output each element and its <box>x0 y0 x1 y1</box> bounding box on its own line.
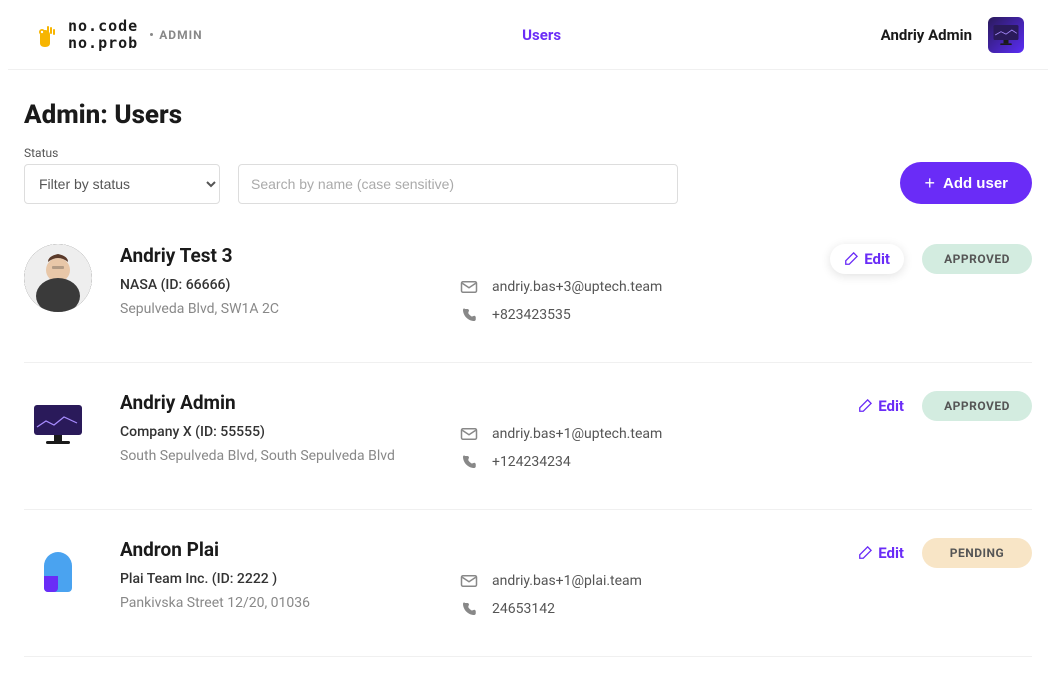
edit-label: Edit <box>878 397 904 415</box>
user-company: Plai Team Inc. (ID: 2222 ) <box>120 571 460 587</box>
main-content: Admin: Users Status Filter by status + A… <box>0 70 1056 657</box>
header-right: Andriy Admin <box>881 17 1024 53</box>
user-card: Andriy Test 3 NASA (ID: 66666) Sepulveda… <box>24 234 1032 363</box>
nav-users[interactable]: Users <box>522 26 561 44</box>
user-name: Andriy Test 3 <box>120 244 460 267</box>
edit-label: Edit <box>864 250 890 268</box>
status-filter-group: Status Filter by status <box>24 146 220 204</box>
edit-button[interactable]: Edit <box>858 544 904 562</box>
plus-icon: + <box>924 173 935 194</box>
user-phone: 24653142 <box>492 601 555 617</box>
status-badge: APPROVED <box>922 391 1032 421</box>
logo-line2: no.prob <box>68 35 138 52</box>
pencil-icon <box>844 252 858 266</box>
status-badge: PENDING <box>922 538 1032 568</box>
user-email: andriy.bas+1@uptech.team <box>492 426 662 442</box>
user-phone-row: 24653142 <box>460 600 1032 618</box>
user-avatar <box>24 244 92 312</box>
current-user-avatar[interactable] <box>988 17 1024 53</box>
user-card: Andriy Admin Company X (ID: 55555) South… <box>24 363 1032 510</box>
user-phone: +124234234 <box>492 454 571 470</box>
user-actions: Edit PENDING <box>858 538 1032 568</box>
logo[interactable]: no.code no.prob <box>32 18 138 51</box>
filter-bar: Status Filter by status + Add user <box>24 146 1032 204</box>
logo-text: no.code no.prob <box>68 18 138 51</box>
user-address: South Sepulveda Blvd, South Sepulveda Bl… <box>120 448 460 464</box>
phone-icon <box>460 453 478 471</box>
user-name: Andron Plai <box>120 538 460 561</box>
status-filter-select[interactable]: Filter by status <box>24 164 220 204</box>
user-name: Andriy Admin <box>120 391 460 414</box>
user-address: Pankivska Street 12/20, 01036 <box>120 595 460 611</box>
user-identity: Andron Plai Plai Team Inc. (ID: 2222 ) P… <box>120 538 460 611</box>
pencil-icon <box>858 546 872 560</box>
envelope-icon <box>460 278 478 296</box>
app-header: no.code no.prob ADMIN Users Andriy Admin <box>8 0 1048 70</box>
status-label: Status <box>24 146 220 160</box>
phone-icon <box>460 306 478 324</box>
user-company: NASA (ID: 66666) <box>120 277 460 293</box>
header-left: no.code no.prob ADMIN <box>32 18 203 51</box>
search-input[interactable] <box>238 164 678 204</box>
users-list: Andriy Test 3 NASA (ID: 66666) Sepulveda… <box>24 234 1032 657</box>
current-user-name[interactable]: Andriy Admin <box>881 26 972 44</box>
edit-label: Edit <box>878 544 904 562</box>
page-title: Admin: Users <box>24 100 1032 130</box>
logo-suffix: ADMIN <box>150 28 202 42</box>
dot-icon <box>150 33 153 36</box>
phone-icon <box>460 600 478 618</box>
user-phone: +823423535 <box>492 307 571 323</box>
user-phone-row: +823423535 <box>460 306 1032 324</box>
user-phone-row: +124234234 <box>460 453 1032 471</box>
status-badge: APPROVED <box>922 244 1032 274</box>
add-user-label: Add user <box>943 175 1008 192</box>
envelope-icon <box>460 572 478 590</box>
user-email: andriy.bas+1@plai.team <box>492 573 642 589</box>
edit-button[interactable]: Edit <box>858 397 904 415</box>
user-email-row: andriy.bas+1@uptech.team <box>460 425 1032 443</box>
monitor-icon <box>991 20 1021 50</box>
envelope-icon <box>460 425 478 443</box>
user-company: Company X (ID: 55555) <box>120 424 460 440</box>
user-identity: Andriy Test 3 NASA (ID: 66666) Sepulveda… <box>120 244 460 317</box>
logo-line1: no.code <box>68 18 138 35</box>
user-email-row: andriy.bas+1@plai.team <box>460 572 1032 590</box>
add-user-button[interactable]: + Add user <box>900 162 1032 204</box>
user-identity: Andriy Admin Company X (ID: 55555) South… <box>120 391 460 464</box>
user-address: Sepulveda Blvd, SW1A 2C <box>120 301 460 317</box>
user-actions: Edit APPROVED <box>858 391 1032 421</box>
user-avatar <box>24 391 92 459</box>
pencil-icon <box>858 399 872 413</box>
logo-suffix-text: ADMIN <box>159 28 202 42</box>
user-actions: Edit APPROVED <box>830 244 1032 274</box>
ok-hand-icon <box>32 21 60 49</box>
user-email: andriy.bas+3@uptech.team <box>492 279 662 295</box>
header-nav: Users <box>203 25 881 44</box>
user-avatar <box>24 538 92 606</box>
user-email-row: andriy.bas+3@uptech.team <box>460 278 1032 296</box>
user-card: Andron Plai Plai Team Inc. (ID: 2222 ) P… <box>24 510 1032 657</box>
edit-button[interactable]: Edit <box>830 244 904 274</box>
